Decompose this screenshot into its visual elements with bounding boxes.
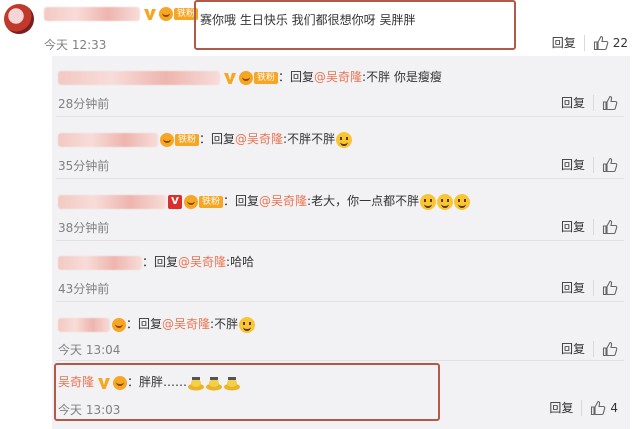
thumbs-up-icon bbox=[602, 280, 618, 296]
divider bbox=[593, 218, 594, 235]
like-button[interactable] bbox=[602, 219, 618, 235]
username-blurred[interactable] bbox=[58, 70, 220, 85]
reply-text: :不胖不胖 bbox=[283, 132, 336, 146]
like-button[interactable] bbox=[602, 280, 618, 296]
reply-time: 43分钟前 bbox=[58, 282, 110, 296]
smile-emoji-icon bbox=[336, 131, 353, 148]
thumbs-up-icon bbox=[602, 219, 618, 235]
fan-badge-icon: 铁粉 bbox=[160, 132, 200, 147]
like-count: 4 bbox=[610, 400, 618, 415]
divider bbox=[593, 94, 594, 111]
like-button[interactable]: 22 bbox=[593, 35, 628, 51]
thumbs-up-icon bbox=[590, 400, 606, 416]
reply-button[interactable]: 回复 bbox=[561, 218, 585, 235]
username-blurred[interactable] bbox=[58, 317, 110, 332]
like-button[interactable] bbox=[602, 95, 618, 111]
reply-time: 今天 13:03 bbox=[58, 403, 121, 417]
reply-button[interactable]: 回复 bbox=[561, 279, 585, 296]
verified-icon bbox=[143, 7, 157, 21]
gold-ingot-icon bbox=[224, 376, 241, 390]
thumbs-up-icon bbox=[602, 95, 618, 111]
main-comment-text-row: 赛你哦 生日快乐 我们都很想你呀 吴胖胖 bbox=[200, 11, 415, 28]
username-blurred[interactable] bbox=[58, 194, 166, 209]
fan-badge-icon: 铁粉 bbox=[239, 70, 279, 85]
smile-emoji-icon bbox=[420, 193, 437, 210]
verified-icon bbox=[97, 376, 111, 390]
reply-button[interactable]: 回复 bbox=[561, 340, 585, 357]
divider bbox=[593, 279, 594, 296]
reply-list: 铁粉 ：回复@吴奇隆:不胖 你是瘦瘦 28分钟前 回复 铁粉 ：回复@吴奇隆:不胖不… bbox=[52, 56, 630, 429]
divider bbox=[593, 340, 594, 357]
avatar[interactable] bbox=[4, 4, 34, 34]
reply-text: :不胖 bbox=[210, 317, 239, 331]
reply-button[interactable]: 回复 bbox=[549, 399, 573, 416]
red-v-badge-icon: V bbox=[168, 194, 182, 209]
smile-emoji-icon bbox=[437, 193, 454, 210]
like-button[interactable]: 4 bbox=[590, 400, 618, 416]
main-comment-time-row: 今天 12:33 bbox=[44, 36, 106, 53]
username-blurred[interactable] bbox=[58, 132, 158, 147]
reply-button[interactable]: 回复 bbox=[552, 34, 576, 51]
fan-badge-icon bbox=[113, 375, 128, 390]
fan-badge-icon bbox=[112, 317, 126, 332]
gold-ingot-icon bbox=[188, 376, 205, 390]
username-link[interactable]: 吴奇隆 bbox=[58, 375, 94, 389]
gold-ingot-icon bbox=[206, 376, 223, 390]
reply-button[interactable]: 回复 bbox=[561, 94, 585, 111]
like-button[interactable] bbox=[602, 341, 618, 357]
reply-time: 38分钟前 bbox=[58, 221, 110, 235]
divider bbox=[583, 34, 585, 51]
divider bbox=[581, 399, 583, 416]
smile-emoji-icon bbox=[454, 193, 471, 210]
reply-text: ：胖胖…… bbox=[127, 375, 188, 389]
reply-button[interactable]: 回复 bbox=[561, 156, 585, 173]
reply-text: :不胖 你是瘦瘦 bbox=[362, 70, 442, 84]
mention-link[interactable]: @吴奇隆 bbox=[314, 70, 362, 84]
fan-badge-icon: 铁粉 bbox=[184, 194, 224, 209]
mention-link[interactable]: @吴奇隆 bbox=[259, 194, 307, 208]
main-comment-text: 赛你哦 生日快乐 我们都很想你呀 吴胖胖 bbox=[200, 13, 416, 27]
reply-time: 28分钟前 bbox=[58, 97, 110, 111]
thumbs-up-icon bbox=[602, 157, 618, 173]
reply-text: :老大，你一点都不胖 bbox=[307, 194, 420, 208]
like-button[interactable] bbox=[602, 157, 618, 173]
smile-emoji-icon bbox=[239, 316, 256, 333]
username-blurred[interactable] bbox=[58, 255, 142, 270]
divider bbox=[593, 156, 594, 173]
main-comment-actions: 回复 22 bbox=[552, 34, 628, 51]
reply-time: 35分钟前 bbox=[58, 159, 110, 173]
like-count: 22 bbox=[612, 35, 628, 50]
main-comment-header: 铁粉 bbox=[44, 6, 199, 21]
main-comment-time: 今天 12:33 bbox=[44, 38, 107, 52]
verified-icon bbox=[223, 71, 237, 85]
mention-link[interactable]: @吴奇隆 bbox=[162, 317, 210, 331]
reply-text: :哈哈 bbox=[226, 255, 255, 269]
fan-badge-icon: 铁粉 bbox=[159, 6, 199, 21]
thumbs-up-icon bbox=[593, 35, 609, 51]
reply-time: 今天 13:04 bbox=[58, 343, 121, 357]
username-blurred[interactable] bbox=[44, 6, 140, 21]
thumbs-up-icon bbox=[602, 341, 618, 357]
mention-link[interactable]: @吴奇隆 bbox=[235, 132, 283, 146]
mention-link[interactable]: @吴奇隆 bbox=[178, 255, 226, 269]
